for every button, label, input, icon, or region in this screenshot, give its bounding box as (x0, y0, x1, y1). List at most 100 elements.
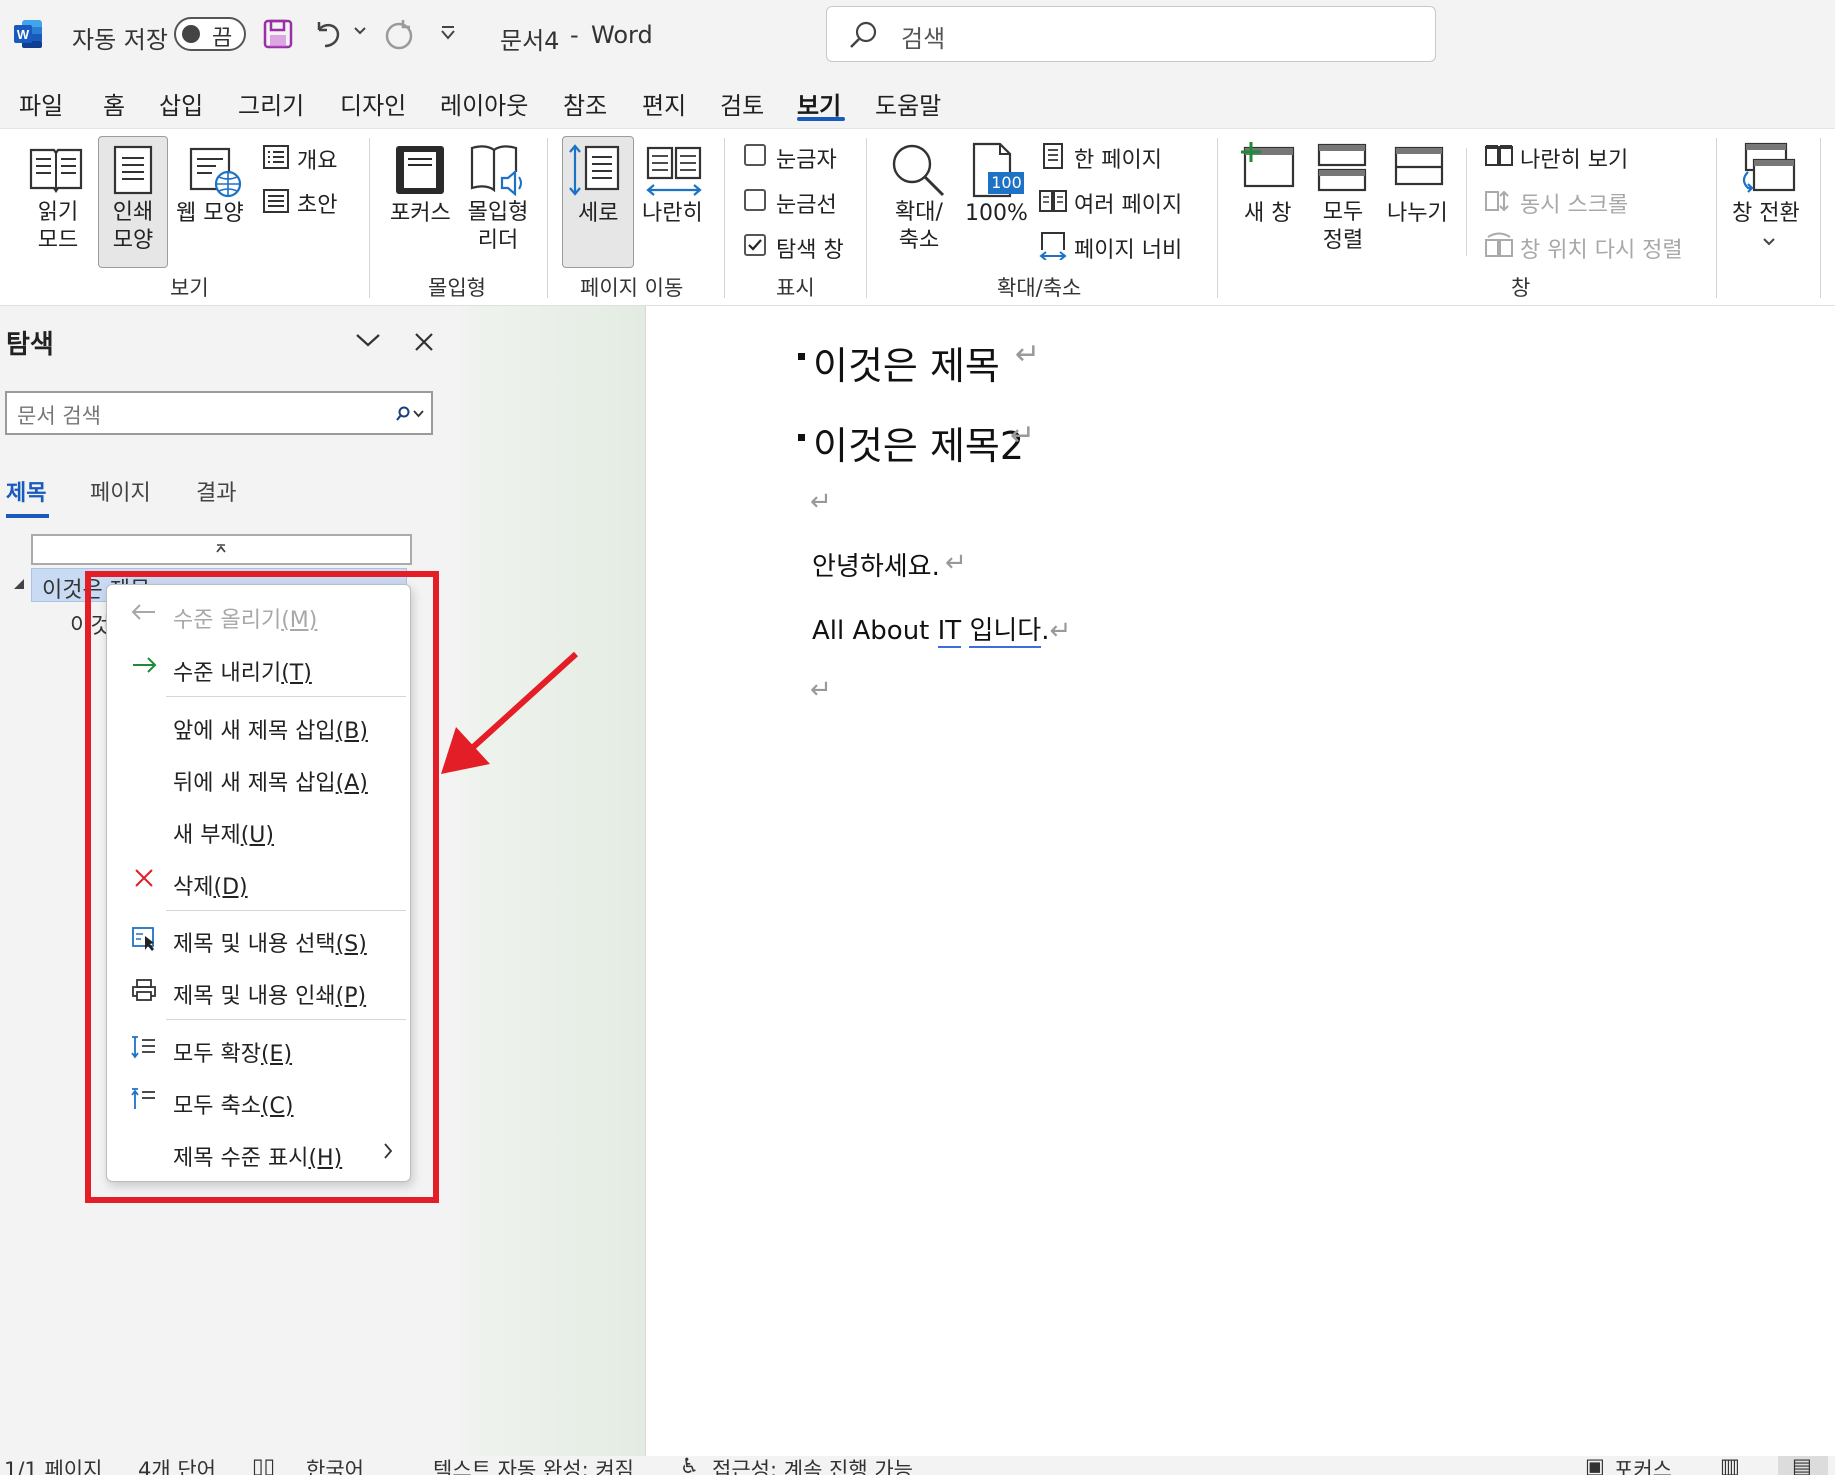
autosave-toggle[interactable]: 끔 (174, 17, 246, 51)
gridlines-checkbox[interactable] (744, 189, 766, 211)
ruler-checkbox[interactable] (744, 144, 766, 166)
accessibility-icon: ♿ (680, 1456, 699, 1475)
nav-pane-label: 탐색 창 (776, 238, 844, 263)
status-focus[interactable]: 포커스 (1614, 1456, 1672, 1475)
document-margin-area (459, 306, 645, 1456)
immersive-reader-button[interactable]: 몰입형 리더 (456, 199, 540, 255)
zoom-100-button[interactable]: 100% (965, 200, 1028, 228)
zoom-100-icon: 100 (970, 142, 1026, 198)
ribbon-separator (724, 138, 725, 298)
new-window-button[interactable]: 새 창 (1244, 200, 1291, 228)
ribbon-separator (547, 138, 548, 298)
search-icon (849, 20, 879, 50)
sync-scroll-button[interactable]: 동시 스크롤 (1520, 187, 1628, 219)
immersive-reader-label-2: 리더 (477, 228, 519, 253)
page-width-icon (1038, 230, 1068, 260)
tab-help[interactable]: 도움말 (875, 86, 941, 121)
web-layout-button[interactable]: 웹 모양 (176, 200, 244, 228)
tab-review[interactable]: 검토 (720, 86, 764, 121)
title-bar: W 자동 저장 끔 문서4 - Word 검색 (0, 0, 1835, 72)
switch-windows-dropdown-icon[interactable] (1763, 237, 1775, 247)
read-mode-button[interactable]: 읽기 모드 (20, 199, 96, 255)
undo-dropdown-icon[interactable] (354, 26, 366, 36)
document-page[interactable] (645, 306, 1835, 1456)
split-icon (1393, 145, 1445, 187)
tab-draw[interactable]: 그리기 (238, 86, 304, 121)
side-to-side-icon (644, 146, 704, 196)
new-window-icon (1240, 140, 1296, 190)
status-bar: 1/1 페이지 4개 단어 ▯▯ 한국어 텍스트 자동 완성: 켜짐 ♿ 접근성… (0, 1456, 1835, 1475)
status-text-predictions[interactable]: 텍스트 자동 완성: 켜짐 (433, 1456, 634, 1475)
doc-paragraph-greeting[interactable]: 안녕하세요. (812, 546, 940, 583)
focus-button[interactable]: 포커스 (390, 200, 451, 228)
word-logo-icon[interactable]: W (14, 18, 44, 50)
vertical-label: 세로 (578, 201, 619, 226)
page-width-button[interactable]: 페이지 너비 (1074, 232, 1182, 264)
nav-tab-results[interactable]: 결과 (196, 475, 236, 507)
heading-bullet (798, 434, 805, 441)
ribbon-separator (1716, 138, 1717, 298)
save-icon[interactable] (263, 18, 293, 50)
status-accessibility[interactable]: 접근성: 계속 진행 가능 (712, 1456, 913, 1475)
doc-heading-1[interactable]: 이것은 제목 (813, 335, 1000, 390)
tab-view[interactable]: 보기 (797, 86, 841, 121)
print-layout-status-button[interactable]: ▤ (1778, 1456, 1828, 1475)
arrange-all-label-2: 정렬 (1322, 228, 1364, 253)
paragraph-mark: ↵ (810, 675, 832, 705)
outline-button[interactable]: 개요 (297, 143, 337, 175)
nav-pane-checkbox[interactable] (744, 234, 766, 256)
paragraph-mark: ↵ (810, 487, 832, 517)
reset-window-position-button[interactable]: 창 위치 다시 정렬 (1520, 232, 1683, 264)
autosave-state: 끔 (212, 26, 233, 51)
status-language[interactable]: 한국어 (306, 1456, 364, 1475)
search-placeholder: 검색 (901, 25, 946, 53)
zoom-label-2: 축소 (898, 228, 940, 253)
checkmark-icon (748, 239, 762, 251)
split-button[interactable]: 나누기 (1387, 200, 1448, 228)
nav-tab-headings[interactable]: 제목 (6, 475, 46, 507)
arrange-all-icon (1316, 142, 1368, 194)
arrange-all-button[interactable]: 모두 정렬 (1308, 199, 1378, 255)
side-to-side-button[interactable]: 나란히 (642, 200, 703, 228)
doc-heading-2[interactable]: 이것은 제목2 (813, 415, 1024, 470)
document-search-input[interactable]: 문서 검색 (5, 391, 433, 435)
spell-check-icon[interactable]: ▯▯ (252, 1456, 275, 1475)
app-name: Word (591, 21, 653, 49)
collapse-triangle-icon[interactable] (12, 577, 26, 591)
print-layout-status-icon: ▤ (1792, 1456, 1812, 1475)
svg-text:W: W (17, 27, 30, 42)
undo-icon[interactable] (313, 18, 343, 50)
tab-mailings[interactable]: 편지 (642, 86, 686, 121)
title-separator: - (570, 21, 579, 49)
status-word-count[interactable]: 4개 단어 (138, 1456, 216, 1475)
tab-layout[interactable]: 레이아웃 (440, 86, 528, 121)
tab-home[interactable]: 홈 (103, 86, 125, 121)
tab-insert[interactable]: 삽입 (159, 86, 203, 121)
ribbon-separator (1466, 148, 1467, 256)
side-by-side-button[interactable]: 나란히 보기 (1520, 142, 1628, 174)
draft-button[interactable]: 초안 (297, 187, 337, 219)
one-page-button[interactable]: 한 페이지 (1074, 142, 1162, 174)
status-page-count[interactable]: 1/1 페이지 (4, 1456, 102, 1475)
close-icon[interactable] (414, 332, 434, 352)
tab-references[interactable]: 참조 (563, 86, 607, 121)
side-by-side-icon (1484, 144, 1514, 168)
switch-windows-button[interactable]: 창 전환 (1732, 200, 1800, 228)
zoom-button[interactable]: 확대/ 축소 (884, 199, 954, 255)
search-icon[interactable] (394, 406, 426, 422)
tab-design[interactable]: 디자인 (340, 86, 406, 121)
nav-options-chevron-icon[interactable] (355, 332, 381, 348)
heading-bullet (798, 353, 805, 360)
toggle-knob (182, 25, 200, 43)
tab-file[interactable]: 파일 (19, 86, 63, 121)
nav-tab-pages[interactable]: 페이지 (90, 475, 151, 507)
nav-scroll-up-button[interactable] (31, 534, 412, 565)
draft-icon (262, 188, 290, 214)
multiple-pages-button[interactable]: 여러 페이지 (1074, 187, 1182, 219)
read-mode-status-icon[interactable]: ▥ (1720, 1456, 1740, 1475)
doc-paragraph-about[interactable]: All About IT 입니다.↵ (812, 610, 1071, 648)
search-box[interactable]: 검색 (826, 6, 1436, 62)
redo-icon[interactable] (383, 18, 415, 52)
customize-qat-icon[interactable] (440, 26, 456, 40)
zoom-label-1: 확대/ (895, 200, 943, 225)
